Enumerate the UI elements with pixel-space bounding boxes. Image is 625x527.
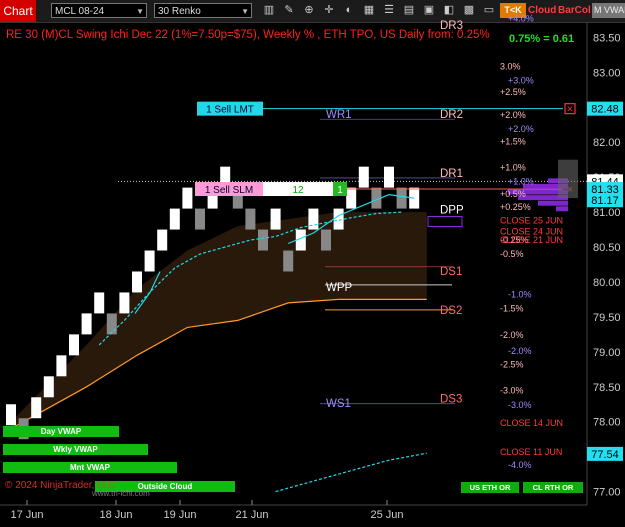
renko-brick (132, 271, 142, 293)
renko-brick (321, 229, 331, 251)
percent-level-label: +0.25% (500, 202, 531, 212)
sell-lmt-label: 1 Sell LMT (206, 105, 254, 116)
weekly-vwap-button[interactable]: Wkly VWAP (3, 444, 148, 455)
renko-brick (270, 208, 281, 230)
renko-brick (333, 208, 344, 230)
percent-level-label: -4.0% (508, 460, 532, 470)
url-watermark: www.tri-ichi.com (92, 489, 150, 498)
price-tick-label: 83.50 (593, 32, 621, 44)
renko-brick (69, 334, 79, 356)
pivot-label-ds1: DS1 (440, 266, 462, 278)
day-vwap-button[interactable]: Day VWAP (3, 426, 119, 437)
renko-brick (169, 208, 180, 230)
price-marker-label: 77.54 (591, 449, 619, 461)
pivot-label-dpp: DPP (440, 204, 464, 216)
pivot-label-dr2: DR2 (440, 109, 463, 121)
percent-level-label: +2.5% (500, 87, 526, 97)
percent-level-label: -1.5% (500, 304, 524, 314)
renko-brick (31, 397, 42, 419)
sell-slm-label: 1 Sell SLM (205, 185, 253, 196)
ichimoku-cloud (11, 212, 427, 429)
price-tick-label: 83.00 (593, 67, 621, 79)
renko-brick (43, 376, 54, 398)
percent-level-label: +0.5% (500, 189, 526, 199)
renko-brick (182, 187, 193, 209)
price-tick-label: 78.00 (593, 417, 621, 429)
price-tick-label: 80.50 (593, 242, 621, 254)
percent-level-label: -0.5% (500, 249, 524, 259)
monthly-vwap-button[interactable]: Mnt VWAP (3, 462, 177, 473)
price-tick-label: 80.00 (593, 277, 621, 289)
time-tick-label: 19 Jun (163, 509, 196, 521)
renko-brick (384, 166, 394, 188)
percent-level-label: -1.0% (508, 290, 532, 300)
renko-brick (195, 208, 205, 230)
time-tick-label: 17 Jun (10, 509, 43, 521)
renko-brick (346, 187, 357, 209)
profile-gray-block (558, 159, 578, 199)
renko-brick (396, 187, 407, 209)
renko-brick (6, 404, 16, 426)
time-tick-label: 25 Jun (370, 509, 403, 521)
percent-level-label: -2.5% (500, 359, 524, 369)
price-tick-label: 78.50 (593, 382, 621, 394)
volume-profile-bar (556, 206, 568, 212)
percent-level-label: +4.0% (508, 14, 534, 24)
cl-rth-or-tag: CL RTH OR (523, 482, 583, 493)
renko-brick (56, 355, 67, 377)
pivot-label-wpp: WPP (326, 282, 353, 294)
price-tick-label: 82.00 (593, 137, 621, 149)
volume-profile-bar (538, 200, 568, 206)
percent-level-label: -3.0% (508, 400, 532, 410)
time-tick-label: 18 Jun (99, 509, 132, 521)
renko-brick (94, 292, 105, 314)
close-label: CLOSE 21 JUN (500, 235, 563, 245)
close-label: CLOSE 11 JUN (500, 447, 562, 457)
renko-brick (308, 208, 319, 230)
close-icon: × (567, 104, 573, 116)
poc-box (427, 215, 463, 227)
percent-level-label: 3.0% (500, 62, 521, 72)
percent-level-label: -3.0% (500, 385, 524, 395)
pivot-label-ds3: DS3 (440, 394, 462, 406)
pivot-label-ds2: DS2 (440, 305, 462, 317)
percent-level-label: -2.0% (500, 330, 524, 340)
percent-level-label: +2.0% (500, 110, 526, 120)
order-qty-count: 1 (337, 185, 343, 196)
us-eth-or-tag: US ETH OR (461, 482, 519, 493)
renko-brick (283, 250, 294, 272)
time-tick-label: 21 Jun (235, 509, 268, 521)
renko-brick (119, 292, 130, 314)
renko-brick (358, 166, 369, 188)
pivot-label-dr1: DR1 (440, 168, 463, 180)
renko-brick (81, 313, 92, 335)
renko-brick (106, 313, 117, 335)
percent-level-label: +1.0% (500, 162, 526, 172)
price-tick-label: 79.00 (593, 347, 621, 359)
pivot-label-dr3: DR3 (440, 20, 463, 32)
percent-level-label: -2.0% (508, 346, 532, 356)
close-label: CLOSE 25 JUN (500, 215, 563, 225)
price-tick-label: 81.00 (593, 207, 621, 219)
percent-level-label: +3.0% (508, 76, 534, 86)
close-label: CLOSE 14 JUN (500, 418, 563, 428)
price-tick-label: 77.00 (593, 487, 621, 499)
percent-level-label: +1.5% (500, 137, 526, 147)
renko-brick (144, 250, 155, 272)
monthly-vwap-line (275, 452, 427, 493)
pivot-label-wr1: WR1 (326, 109, 352, 121)
order-qty-value: 12 (292, 185, 304, 196)
percent-level-label: +1.0% (508, 176, 534, 186)
percent-level-label: +2.0% (508, 124, 534, 134)
renko-brick (245, 208, 256, 230)
price-tick-label: 79.50 (593, 312, 621, 324)
renko-brick (157, 229, 168, 251)
pivot-label-ws1: WS1 (326, 398, 351, 410)
renko-brick (258, 229, 268, 251)
price-marker-label: 81.17 (591, 195, 619, 207)
price-marker-label: 82.48 (591, 104, 619, 116)
